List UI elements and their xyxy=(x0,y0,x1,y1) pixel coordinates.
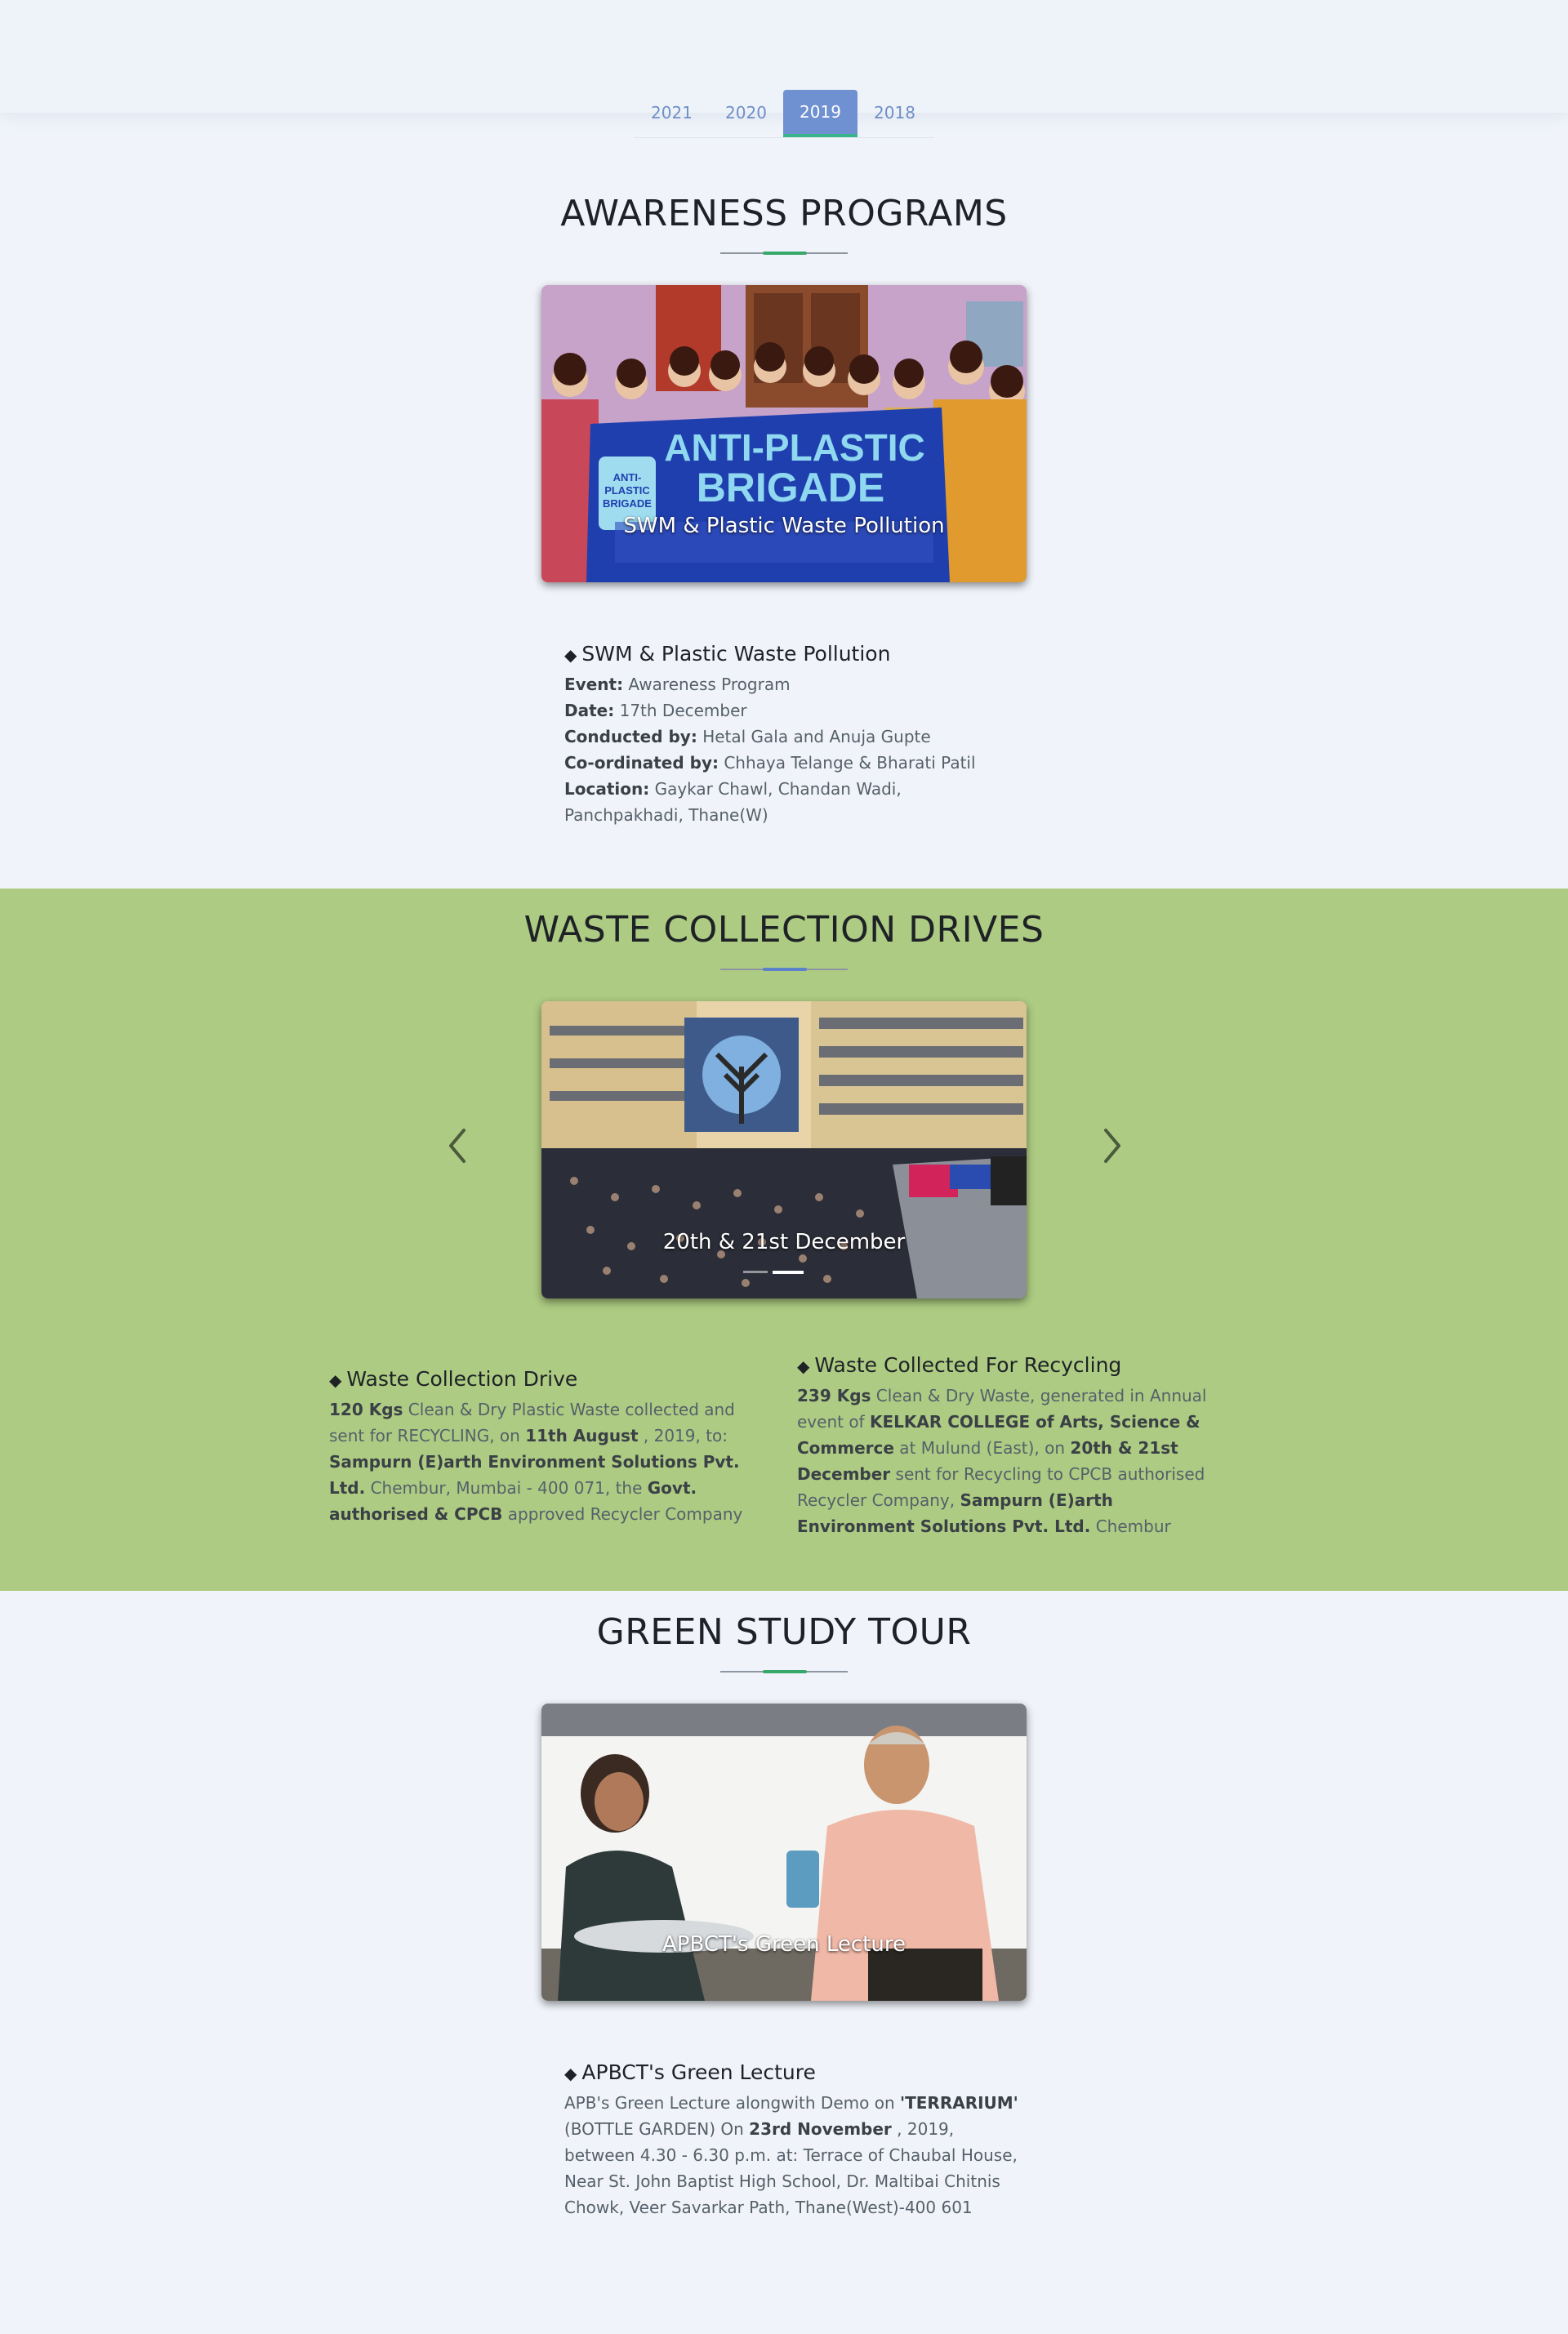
location-line: Location: Gaykar Chawl, Chandan Wadi, Pa… xyxy=(564,779,902,825)
carousel-indicator[interactable] xyxy=(743,1271,768,1273)
tour-photo[interactable]: APBCT's Green Lecture xyxy=(541,1704,1027,2001)
awareness-info: ◆ SWM & Plastic Waste Pollution Event: Aw… xyxy=(564,641,1022,828)
tour-info: ◆ APBCT's Green Lecture APB's Green Lectu… xyxy=(564,2060,1022,2220)
chevron-left-icon[interactable] xyxy=(441,1125,474,1166)
diamond-icon: ◆ xyxy=(797,1356,810,1376)
item-text: 120 Kgs Clean & Dry Plastic Waste collec… xyxy=(329,1400,743,1524)
title-divider xyxy=(720,968,848,971)
item-text: APB's Green Lecture alongwith Demo on 'T… xyxy=(564,2093,1018,2217)
svg-text:PLASTIC: PLASTIC xyxy=(604,484,650,497)
awareness-section: AWARENESS PROGRAMS ANTI- PLASTIC BRIGADE… xyxy=(0,96,1568,825)
title-divider xyxy=(720,1670,848,1673)
item-text: 239 Kgs Clean & Dry Waste, generated in … xyxy=(797,1386,1207,1536)
svg-text:BRIGADE: BRIGADE xyxy=(697,465,885,510)
carousel-indicator-active[interactable] xyxy=(773,1271,804,1274)
waste-section: WASTE COLLECTION DRIVES 20th & 21st Dece… xyxy=(0,889,1568,1591)
conducted-line: Conducted by: Hetal Gala and Anuja Gupte xyxy=(564,727,931,746)
diamond-icon: ◆ xyxy=(564,645,577,665)
item-heading: ◆ Waste Collection Drive xyxy=(329,1367,578,1391)
svg-text:BRIGADE: BRIGADE xyxy=(603,497,652,510)
svg-text:ANTI-: ANTI- xyxy=(613,471,642,483)
svg-text:ANTI-PLASTIC: ANTI-PLASTIC xyxy=(664,426,924,469)
date-line: Date: 17th December xyxy=(564,701,747,720)
photo-caption: SWM & Plastic Waste Pollution xyxy=(623,514,945,538)
title-divider xyxy=(720,252,848,255)
tour-section: GREEN STUDY TOUR APBCT's Green Lecture ◆… xyxy=(0,1591,1568,2334)
item-heading: ◆ SWM & Plastic Waste Pollution xyxy=(564,642,891,666)
item-heading: ◆ Waste Collected For Recycling xyxy=(797,1353,1122,1377)
section-title: WASTE COLLECTION DRIVES xyxy=(523,909,1045,951)
photo-caption: 20th & 21st December xyxy=(662,1230,906,1254)
diamond-icon: ◆ xyxy=(564,2064,577,2083)
waste-right-info: ◆ Waste Collected For Recycling 239 Kgs C… xyxy=(797,1352,1230,1539)
item-heading: ◆ APBCT's Green Lecture xyxy=(564,2060,816,2084)
section-title: AWARENESS PROGRAMS xyxy=(560,193,1008,234)
waste-left-info: ◆ Waste Collection Drive 120 Kgs Clean & … xyxy=(329,1366,754,1527)
carousel-indicators xyxy=(743,1271,804,1274)
diamond-icon: ◆ xyxy=(329,1370,342,1390)
photo-caption: APBCT's Green Lecture xyxy=(662,1932,906,1957)
coordinated-line: Co-ordinated by: Chhaya Telange & Bharat… xyxy=(564,753,976,773)
section-title: GREEN STUDY TOUR xyxy=(596,1611,972,1653)
waste-carousel[interactable]: 20th & 21st December xyxy=(541,1001,1027,1298)
chevron-right-icon[interactable] xyxy=(1096,1125,1129,1166)
awareness-photo[interactable]: ANTI- PLASTIC BRIGADE ANTI-PLASTIC BRIGA… xyxy=(541,285,1027,582)
event-line: Event: Awareness Program xyxy=(564,675,791,694)
